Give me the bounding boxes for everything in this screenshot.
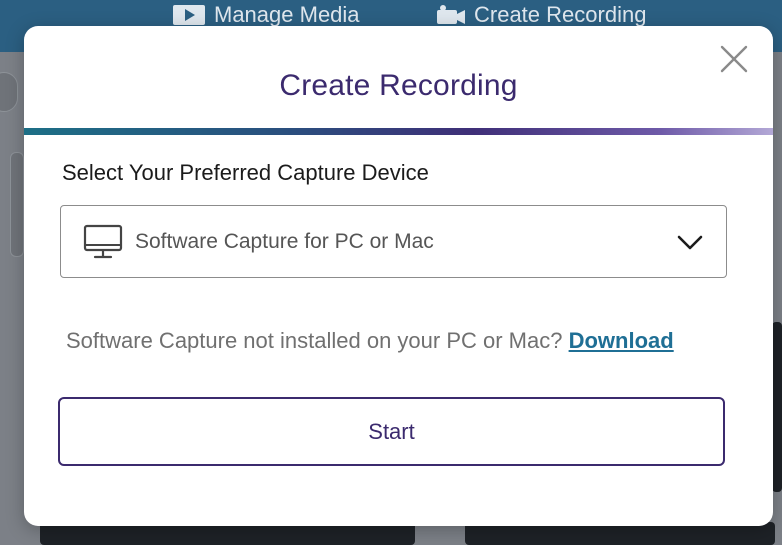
nav-create-recording[interactable]: Create Recording (436, 2, 646, 28)
capture-device-select[interactable]: Software Capture for PC or Mac (60, 205, 727, 278)
media-icon (173, 5, 205, 25)
background-card (0, 72, 18, 112)
modal-title: Create Recording (279, 69, 518, 102)
video-camera-icon (437, 5, 465, 24)
chevron-down-icon (677, 235, 703, 250)
close-icon[interactable] (719, 44, 749, 74)
header-accent-bar (24, 128, 773, 135)
capture-device-label: Select Your Preferred Capture Device (62, 160, 429, 185)
monitor-icon (83, 224, 123, 258)
download-prompt-line: Software Capture not installed on your P… (66, 328, 674, 354)
modal-header: Create Recording (24, 26, 773, 128)
capture-device-value: Software Capture for PC or Mac (135, 229, 434, 253)
create-recording-modal: Create Recording Select Your Preferred C… (24, 26, 773, 526)
nav-manage-media[interactable]: Manage Media (172, 2, 360, 28)
download-prompt-text: Software Capture not installed on your P… (66, 328, 569, 353)
nav-manage-media-label: Manage Media (214, 2, 360, 27)
background-thumbnail (772, 322, 782, 492)
nav-create-recording-label: Create Recording (474, 2, 647, 27)
start-button[interactable]: Start (58, 397, 725, 466)
download-link[interactable]: Download (569, 328, 674, 353)
background-card (10, 152, 24, 257)
